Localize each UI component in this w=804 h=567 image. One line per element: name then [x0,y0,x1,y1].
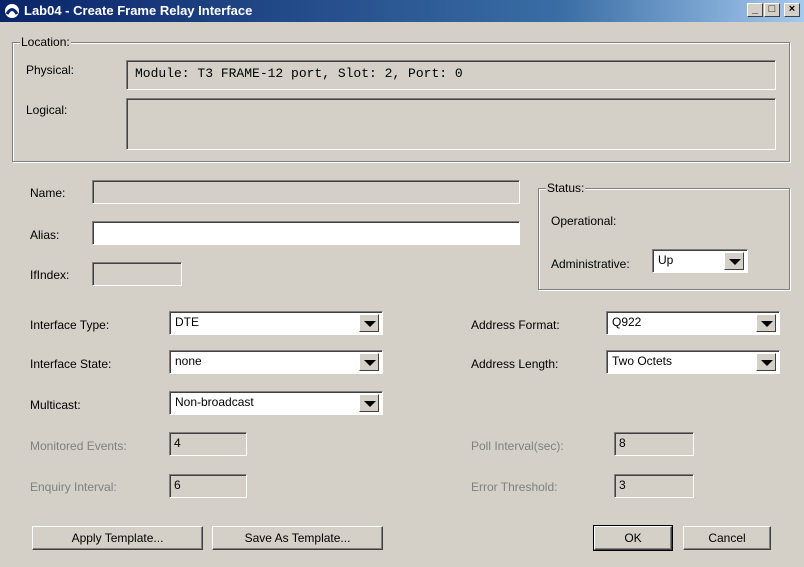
logical-label: Logical: [26,103,68,117]
address-length-value: Two Octets [612,354,673,368]
app-icon [5,4,19,18]
enquiry-interval-label: Enquiry Interval: [30,480,117,494]
minimize-icon: _ [751,3,759,15]
administrative-value: Up [658,253,674,267]
maximize-icon: □ [768,3,776,15]
multicast-dropdown[interactable]: Non-broadcast [169,391,383,415]
physical-field[interactable]: Module: T3 FRAME-12 port, Slot: 2, Port:… [126,60,776,90]
physical-label: Physical: [26,63,75,77]
close-icon: × [788,3,796,15]
address-format-dropdown-arrow[interactable] [756,314,776,332]
name-label: Name: [30,186,66,200]
error-threshold-field[interactable]: 3 [614,474,694,498]
interface-type-value: DTE [175,315,199,329]
interface-state-value: none [175,354,202,368]
ifindex-field[interactable] [92,262,182,286]
address-format-value: Q922 [612,315,642,329]
address-length-dropdown[interactable]: Two Octets [606,350,780,374]
poll-interval-field[interactable]: 8 [614,432,694,456]
interface-type-label: Interface Type: [30,318,110,332]
chevron-down-icon [364,321,376,327]
ifindex-label: IfIndex: [30,268,70,282]
address-length-dropdown-arrow[interactable] [756,353,776,371]
chevron-down-icon [761,360,773,366]
administrative-dropdown-arrow[interactable] [724,252,744,270]
poll-interval-label: Poll Interval(sec): [471,439,564,453]
name-field[interactable] [92,180,520,204]
location-group-label: Location: [20,35,71,49]
window-title: Lab04 - Create Frame Relay Interface [24,3,253,18]
monitored-events-field[interactable]: 4 [169,432,247,456]
alias-label: Alias: [30,228,60,242]
administrative-dropdown[interactable]: Up [652,249,748,273]
chevron-down-icon [364,401,376,407]
close-button[interactable]: × [784,3,800,17]
address-length-label: Address Length: [471,357,559,371]
operational-label: Operational: [551,214,617,228]
error-threshold-label: Error Threshold: [471,480,558,494]
alias-input[interactable] [92,221,520,245]
interface-type-dropdown[interactable]: DTE [169,311,383,335]
interface-state-dropdown[interactable]: none [169,350,383,374]
chevron-down-icon [364,360,376,366]
address-format-dropdown[interactable]: Q922 [606,311,780,335]
status-group [538,188,790,290]
enquiry-interval-field[interactable]: 6 [169,474,247,498]
multicast-label: Multicast: [30,398,81,412]
minimize-button[interactable]: _ [747,3,763,17]
address-format-label: Address Format: [471,318,560,332]
interface-type-dropdown-arrow[interactable] [359,314,379,332]
monitored-events-label: Monitored Events: [30,439,127,453]
chevron-down-icon [761,321,773,327]
status-group-label: Status: [546,181,586,195]
ok-button[interactable]: OK [593,525,673,551]
interface-state-dropdown-arrow[interactable] [359,353,379,371]
interface-state-label: Interface State: [30,357,112,371]
multicast-dropdown-arrow[interactable] [359,394,379,412]
cancel-button[interactable]: Cancel [683,526,771,550]
administrative-label: Administrative: [551,257,630,271]
logical-field[interactable] [126,98,776,150]
save-as-template-button[interactable]: Save As Template... [212,526,383,550]
maximize-button[interactable]: □ [764,3,780,17]
multicast-value: Non-broadcast [175,395,254,409]
apply-template-button[interactable]: Apply Template... [32,526,203,550]
chevron-down-icon [729,259,741,265]
